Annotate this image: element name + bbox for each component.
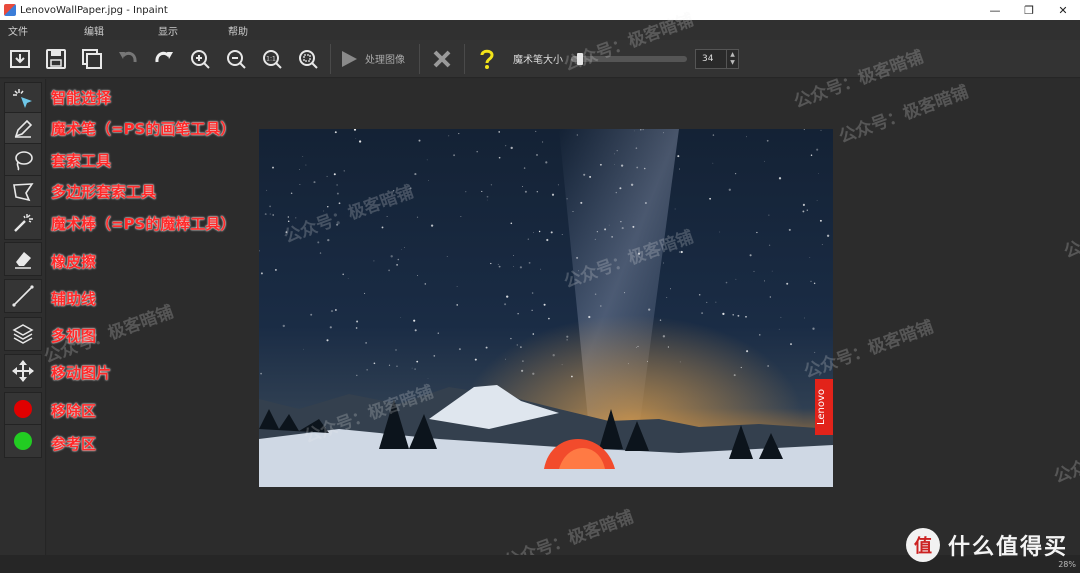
duplicate-icon bbox=[82, 48, 102, 69]
menu-bar: 文件 编辑 显示 帮助 bbox=[0, 20, 1080, 40]
toolbar-separator bbox=[464, 43, 465, 74]
close-button[interactable]: ✕ bbox=[1046, 0, 1080, 20]
minimize-button[interactable]: — bbox=[978, 0, 1012, 20]
tool-panel bbox=[0, 79, 46, 555]
undo-icon bbox=[119, 51, 137, 62]
annotation-reference-area: 参考区 bbox=[51, 435, 97, 453]
window-controls: — ❐ ✕ bbox=[978, 0, 1080, 20]
save-as-icon bbox=[10, 49, 30, 68]
duplicate-button[interactable] bbox=[76, 43, 108, 75]
tool-remove-area[interactable] bbox=[4, 392, 42, 426]
process-image-button[interactable]: 处理图像 bbox=[339, 44, 419, 74]
zoom-in-button[interactable] bbox=[184, 43, 216, 75]
redo-icon bbox=[155, 51, 173, 62]
brush-size-value[interactable]: 34 bbox=[696, 54, 726, 64]
spin-down-icon[interactable]: ▼ bbox=[730, 59, 735, 67]
line-icon bbox=[12, 285, 34, 307]
lasso-icon bbox=[15, 151, 33, 171]
tool-lasso[interactable] bbox=[4, 143, 42, 177]
annotation-eraser: 橡皮擦 bbox=[51, 253, 97, 271]
brush-size-label: 魔术笔大小 bbox=[513, 55, 563, 66]
layers-icon bbox=[12, 324, 34, 344]
toolbar-separator bbox=[330, 43, 331, 74]
green-dot-icon bbox=[14, 432, 32, 450]
brand-logo-mark: 值 bbox=[905, 528, 940, 562]
pen-icon bbox=[14, 119, 33, 138]
lenovo-tag-text: Lenovo bbox=[816, 389, 827, 425]
brand-text: 什么值得买 bbox=[947, 535, 1068, 560]
tool-move-image[interactable] bbox=[4, 354, 42, 388]
annotation-smart-select: 智能选择 bbox=[51, 89, 112, 107]
annotation-lasso: 套索工具 bbox=[51, 152, 112, 170]
cancel-button[interactable] bbox=[426, 43, 458, 75]
toolbar-separator bbox=[419, 43, 420, 74]
play-icon bbox=[342, 50, 357, 67]
magic-wand-icon bbox=[14, 214, 33, 232]
spin-arrows[interactable]: ▲ ▼ bbox=[726, 49, 738, 68]
menu-view[interactable]: 显示 bbox=[158, 23, 216, 38]
save-as-button[interactable] bbox=[4, 43, 36, 75]
tool-reference-area[interactable] bbox=[4, 424, 42, 458]
menu-file[interactable]: 文件 bbox=[8, 23, 66, 38]
annotation-magic-wand: 魔术棒（=PS的魔棒工具） bbox=[51, 215, 236, 233]
magic-pointer-icon bbox=[13, 89, 32, 108]
save-button[interactable] bbox=[40, 43, 72, 75]
save-icon bbox=[46, 48, 66, 69]
zoom-actual-icon: 1:1 bbox=[263, 49, 282, 69]
move-icon bbox=[12, 360, 34, 382]
annotation-magic-pen: 魔术笔（=PS的画笔工具） bbox=[51, 120, 236, 138]
red-dot-icon bbox=[14, 400, 32, 418]
menu-edit[interactable]: 编辑 bbox=[84, 23, 142, 38]
menu-help[interactable]: 帮助 bbox=[228, 23, 286, 38]
restore-button[interactable]: ❐ bbox=[1012, 0, 1046, 20]
tool-magic-pen[interactable] bbox=[4, 112, 42, 146]
brush-size-spinbox[interactable]: 34 ▲ ▼ bbox=[695, 48, 739, 69]
tool-multi-view[interactable] bbox=[4, 317, 42, 351]
zoom-out-icon bbox=[227, 49, 246, 69]
tool-guide-line[interactable] bbox=[4, 279, 42, 313]
spin-up-icon[interactable]: ▲ bbox=[730, 51, 735, 59]
question-icon bbox=[480, 49, 494, 69]
process-image-label: 处理图像 bbox=[365, 55, 405, 66]
tool-polygon-lasso[interactable] bbox=[4, 175, 42, 209]
zoom-actual-button[interactable]: 1:1 bbox=[256, 43, 288, 75]
tool-magic-wand[interactable] bbox=[4, 206, 42, 240]
help-button[interactable] bbox=[471, 43, 503, 75]
undo-button[interactable] bbox=[112, 43, 144, 75]
tool-eraser[interactable] bbox=[4, 242, 42, 276]
polygon-lasso-icon bbox=[13, 183, 34, 202]
annotation-remove-area: 移除区 bbox=[51, 402, 97, 420]
zoom-out-button[interactable] bbox=[220, 43, 252, 75]
brand-logo: 值 什么值得买 bbox=[905, 528, 1068, 562]
zoom-fit-icon bbox=[299, 49, 318, 69]
annotation-polygon-lasso: 多边形套索工具 bbox=[51, 183, 157, 201]
zoom-in-icon bbox=[191, 49, 210, 69]
zoom-fit-button[interactable] bbox=[292, 43, 324, 75]
redo-button[interactable] bbox=[148, 43, 180, 75]
app-icon bbox=[4, 4, 16, 16]
cross-icon bbox=[433, 50, 451, 67]
annotation-guide-line: 辅助线 bbox=[51, 290, 97, 308]
tool-smart-select[interactable] bbox=[4, 82, 42, 116]
eraser-icon bbox=[15, 252, 31, 269]
window-title: LenovoWallPaper.jpg - Inpaint bbox=[20, 4, 168, 16]
svg-text:1:1: 1:1 bbox=[266, 55, 276, 62]
title-bar: LenovoWallPaper.jpg - Inpaint — ❐ ✕ bbox=[0, 0, 1080, 20]
annotation-move-image: 移动图片 bbox=[51, 364, 112, 382]
